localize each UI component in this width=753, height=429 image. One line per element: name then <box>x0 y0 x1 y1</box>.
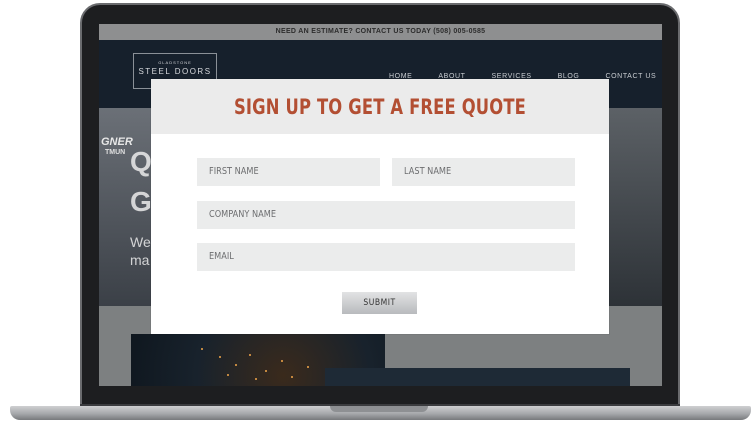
company-name-placeholder: COMPANY NAME <box>209 209 277 220</box>
last-name-placeholder: LAST NAME <box>404 166 452 177</box>
logo-text: STEEL DOORS <box>138 67 212 76</box>
hero-sign-text: GNER <box>101 136 133 148</box>
first-name-field[interactable]: FIRST NAME <box>197 158 380 186</box>
hero-heading-line2: G <box>130 186 152 217</box>
content-panel <box>325 368 630 386</box>
submit-button-label: SUBMIT <box>363 298 396 308</box>
company-name-field[interactable]: COMPANY NAME <box>197 201 575 229</box>
first-name-placeholder: FIRST NAME <box>209 166 259 177</box>
hero-subtext-line1: We <box>130 234 151 250</box>
nav-item-contact[interactable]: CONTACT US <box>605 73 656 80</box>
quote-signup-modal: SIGN UP TO GET A FREE QUOTE FIRST NAME L… <box>151 79 609 334</box>
laptop-mockup: NEED AN ESTIMATE? CONTACT US TODAY (508)… <box>0 0 753 429</box>
hero-sign-subtext: TMUN <box>105 149 126 156</box>
estimate-banner[interactable]: NEED AN ESTIMATE? CONTACT US TODAY (508)… <box>99 24 662 40</box>
hero-photo-right <box>609 108 662 306</box>
email-placeholder: EMAIL <box>209 251 234 262</box>
modal-header: SIGN UP TO GET A FREE QUOTE <box>151 79 609 134</box>
logo-tagline: GLADSTONE <box>158 60 192 65</box>
hero-subtext-line2: ma <box>130 252 150 268</box>
modal-title: SIGN UP TO GET A FREE QUOTE <box>233 95 527 119</box>
last-name-field[interactable]: LAST NAME <box>392 158 575 186</box>
submit-button[interactable]: SUBMIT <box>342 292 417 314</box>
email-field[interactable]: EMAIL <box>197 243 575 271</box>
hero-heading-line1: Q <box>130 146 152 177</box>
laptop-notch <box>330 406 428 412</box>
